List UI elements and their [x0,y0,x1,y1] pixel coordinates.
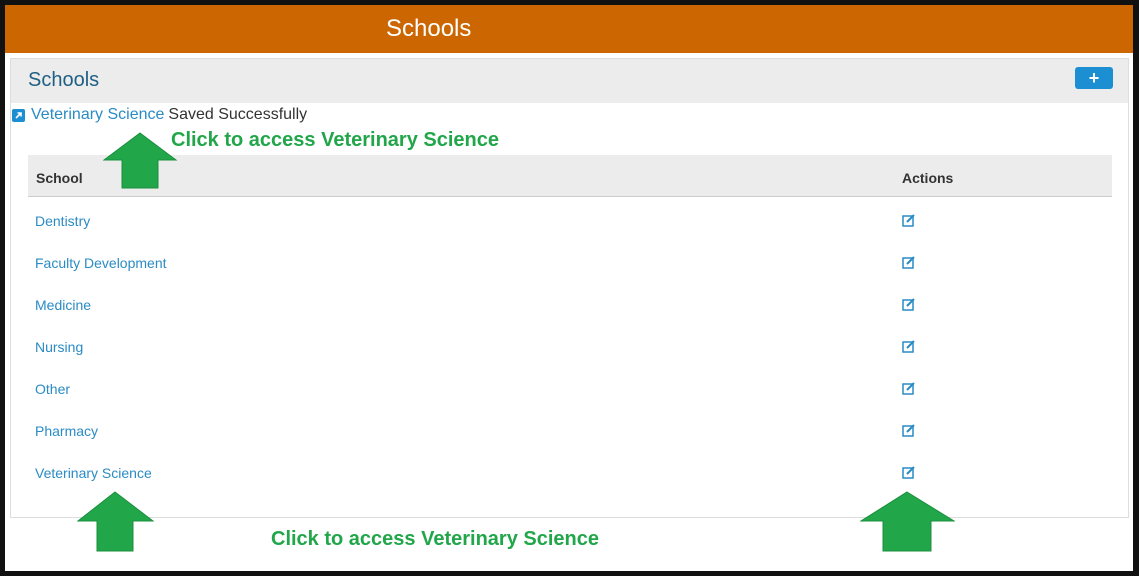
panel-header: Schools + [11,59,1128,103]
success-notice: Veterinary Science Saved Successfully [12,105,307,125]
school-link[interactable]: Faculty Development [35,255,167,271]
school-link[interactable]: Medicine [35,297,91,313]
app-title: Schools [386,15,472,42]
edit-icon[interactable] [902,465,916,479]
bottom-callout: Click to access Veterinary Science [271,528,599,550]
table-row: Nursing [28,326,1112,368]
edit-icon[interactable] [902,255,916,269]
table-row: Dentistry [28,200,1112,242]
app-header: Schools [5,5,1133,53]
table-row: Pharmacy [28,410,1112,452]
top-callout: Click to access Veterinary Science [171,129,499,151]
notice-message: Saved Successfully [168,106,308,123]
school-link[interactable]: Pharmacy [35,423,98,439]
school-table-body: Dentistry Faculty Development Medicine N… [28,200,1112,494]
arrow-up-icon [103,132,178,189]
school-link[interactable]: Veterinary Science [35,465,152,481]
column-header-actions: Actions [902,170,954,186]
table-row: Veterinary Science [28,452,1112,494]
external-link-icon[interactable] [12,108,25,122]
school-link[interactable]: Other [35,381,70,397]
saved-school-link[interactable]: Veterinary Science [31,105,164,125]
edit-icon[interactable] [902,213,916,227]
table-row: Faculty Development [28,242,1112,284]
table-header: School Actions [28,155,1112,197]
arrow-up-icon [860,491,955,552]
edit-icon[interactable] [902,423,916,437]
column-header-school: School [36,170,83,186]
add-school-button[interactable]: + [1075,67,1113,89]
school-link[interactable]: Dentistry [35,213,90,229]
table-row: Other [28,368,1112,410]
edit-icon[interactable] [902,339,916,353]
edit-icon[interactable] [902,297,916,311]
table-row: Medicine [28,284,1112,326]
school-link[interactable]: Nursing [35,339,83,355]
edit-icon[interactable] [902,381,916,395]
arrow-up-icon [77,491,154,552]
panel-title: Schools [28,69,100,91]
